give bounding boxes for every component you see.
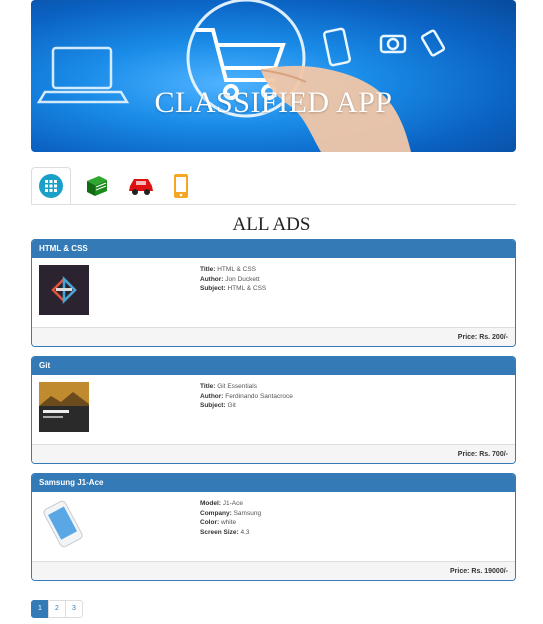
detail-row: Subject: HTML & CSS <box>200 284 266 294</box>
ad-details: Title: HTML & CSS Author: Jon Duckett Su… <box>200 265 266 294</box>
detail-row: Company: Samsung <box>200 509 261 519</box>
tab-cars[interactable] <box>121 167 161 204</box>
page-3-button[interactable]: 3 <box>65 600 83 618</box>
detail-value: Git Essentials <box>217 383 257 390</box>
phone-image-samsung <box>39 499 89 549</box>
detail-row: Model: J1-Ace <box>200 499 261 509</box>
ad-panel-git[interactable]: Git Title: Git Essentials Author: Ferdin… <box>31 356 516 464</box>
ad-heading[interactable]: Samsung J1-Ace <box>32 474 515 492</box>
ad-heading[interactable]: Git <box>32 357 515 375</box>
ad-price: Price: Rs. 700/- <box>32 444 515 463</box>
detail-value: Jon Duckett <box>225 275 260 283</box>
detail-row: Subject: Git <box>200 401 293 411</box>
detail-value: 4.3 <box>240 528 250 536</box>
detail-label: Screen Size: <box>200 528 239 536</box>
ad-panel-html-css[interactable]: HTML & CSS Title: HTML & CSS Author: Jon… <box>31 239 516 347</box>
book-cover-git <box>39 382 89 432</box>
tab-all[interactable] <box>31 167 71 204</box>
tab-books[interactable] <box>76 167 116 204</box>
detail-row: Title: HTML & CSS <box>200 265 266 275</box>
detail-row: Author: Ferdinando Santacroce <box>200 392 293 402</box>
ad-details: Title: Git Essentials Author: Ferdinando… <box>200 382 293 411</box>
banner: CLASSIFIED APP <box>31 0 516 152</box>
section-title: ALL ADS <box>232 214 311 235</box>
category-tabs <box>31 167 516 205</box>
banner-illustration <box>36 0 446 152</box>
detail-row: Color: white <box>200 518 261 528</box>
detail-label: Title: <box>200 383 216 390</box>
detail-label: Company: <box>200 509 232 517</box>
detail-label: Subject: <box>200 402 226 409</box>
detail-label: Subject: <box>200 285 226 292</box>
page-2-button[interactable]: 2 <box>48 600 66 618</box>
pagination: 1 2 3 <box>31 600 83 618</box>
detail-label: Color: <box>200 519 220 526</box>
detail-row: Title: Git Essentials <box>200 382 293 392</box>
detail-value: HTML & CSS <box>217 266 256 273</box>
page-1-button[interactable]: 1 <box>31 600 49 618</box>
detail-row: Screen Size: 4.3 <box>200 528 261 538</box>
book-cover-html-css <box>39 265 89 315</box>
detail-value: J1-Ace <box>222 500 243 507</box>
detail-value: Ferdinando Santacroce <box>225 392 293 400</box>
detail-label: Author: <box>200 392 224 400</box>
ad-details: Model: J1-Ace Company: Samsung Color: wh… <box>200 499 261 537</box>
detail-value: white <box>220 519 237 526</box>
tab-mobiles[interactable] <box>161 167 201 204</box>
detail-label: Author: <box>200 275 224 283</box>
car-icon <box>129 178 153 195</box>
detail-row: Author: Jon Duckett <box>200 275 266 285</box>
detail-value: Samsung <box>233 509 262 517</box>
detail-label: Title: <box>200 266 216 273</box>
mobile-icon <box>174 173 188 198</box>
banner-title: CLASSIFIED APP <box>154 86 393 119</box>
detail-value: Git <box>227 402 236 409</box>
detail-label: Model: <box>200 500 221 507</box>
grid-icon <box>39 173 63 198</box>
ad-heading[interactable]: HTML & CSS <box>32 240 515 258</box>
ad-price: Price: Rs. 19000/- <box>32 561 515 580</box>
ad-panel-samsung[interactable]: Samsung J1-Ace Model: J1-Ace Company: Sa… <box>31 473 516 581</box>
book-icon <box>87 175 107 196</box>
ad-price: Price: Rs. 200/- <box>32 327 515 346</box>
detail-value: HTML & CSS <box>227 285 267 292</box>
